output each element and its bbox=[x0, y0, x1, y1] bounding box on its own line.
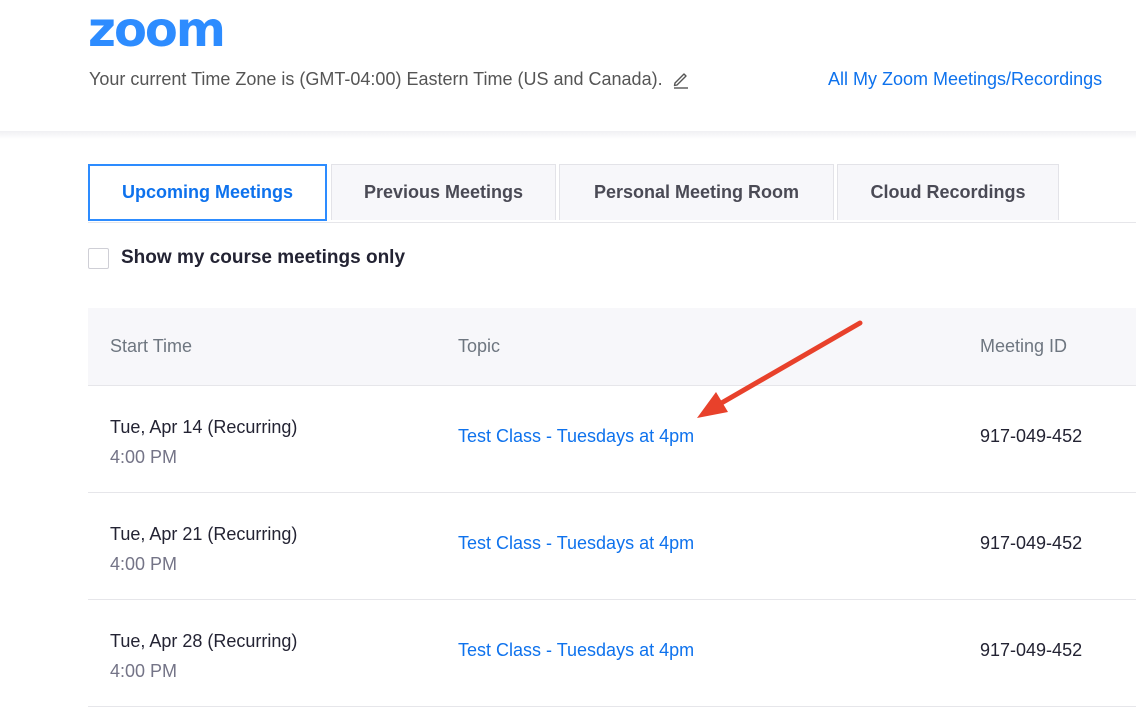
meeting-date: Tue, Apr 14 (Recurring) bbox=[110, 417, 298, 437]
all-meetings-link[interactable]: All My Zoom Meetings/Recordings bbox=[828, 67, 1102, 91]
meeting-id: 917-049-452 bbox=[980, 426, 1083, 446]
tab-previous-meetings[interactable]: Previous Meetings bbox=[331, 164, 556, 220]
header-meeting-id: Meeting ID bbox=[980, 336, 1068, 356]
course-filter: Show my course meetings only bbox=[88, 247, 405, 269]
meeting-topic-link[interactable]: Test Class - Tuesdays at 4pm bbox=[458, 640, 694, 661]
timezone-text: Your current Time Zone is (GMT-04:00) Ea… bbox=[89, 69, 663, 89]
tab-personal-meeting-room[interactable]: Personal Meeting Room bbox=[559, 164, 834, 220]
header-start-time: Start Time bbox=[110, 336, 193, 356]
tab-cloud-recordings[interactable]: Cloud Recordings bbox=[837, 164, 1059, 220]
meeting-topic-link[interactable]: Test Class - Tuesdays at 4pm bbox=[458, 426, 694, 447]
pencil-icon[interactable] bbox=[671, 69, 691, 89]
meetings-table: Start Time Topic Meeting ID Tue, Apr 14 … bbox=[88, 308, 1136, 707]
meeting-id: 917-049-452 bbox=[980, 640, 1083, 660]
meeting-time: 4:00 PM bbox=[110, 661, 178, 681]
start-time-cell: Tue, Apr 21 (Recurring) 4:00 PM bbox=[110, 519, 297, 579]
meeting-tabs: Upcoming Meetings Previous Meetings Pers… bbox=[88, 164, 1136, 223]
meeting-date: Tue, Apr 21 (Recurring) bbox=[110, 524, 298, 544]
table-row: Tue, Apr 14 (Recurring) 4:00 PM Test Cla… bbox=[88, 386, 1136, 493]
table-header: Start Time Topic Meeting ID bbox=[88, 308, 1136, 386]
tab-upcoming-meetings[interactable]: Upcoming Meetings bbox=[88, 164, 327, 221]
timezone-row: Your current Time Zone is (GMT-04:00) Ea… bbox=[89, 67, 691, 91]
meeting-time: 4:00 PM bbox=[110, 447, 178, 467]
zoom-logo: zoom bbox=[88, 2, 226, 58]
start-time-cell: Tue, Apr 28 (Recurring) 4:00 PM bbox=[110, 626, 297, 686]
meeting-date: Tue, Apr 28 (Recurring) bbox=[110, 631, 298, 651]
meeting-topic-link[interactable]: Test Class - Tuesdays at 4pm bbox=[458, 533, 694, 554]
meeting-time: 4:00 PM bbox=[110, 554, 178, 574]
table-row: Tue, Apr 21 (Recurring) 4:00 PM Test Cla… bbox=[88, 493, 1136, 600]
start-time-cell: Tue, Apr 14 (Recurring) 4:00 PM bbox=[110, 412, 297, 472]
meeting-id: 917-049-452 bbox=[980, 533, 1083, 553]
course-meetings-checkbox[interactable] bbox=[88, 247, 109, 269]
table-row: Tue, Apr 28 (Recurring) 4:00 PM Test Cla… bbox=[88, 600, 1136, 707]
header-divider bbox=[0, 131, 1136, 139]
course-meetings-label[interactable]: Show my course meetings only bbox=[121, 247, 405, 269]
header-topic: Topic bbox=[458, 336, 501, 356]
